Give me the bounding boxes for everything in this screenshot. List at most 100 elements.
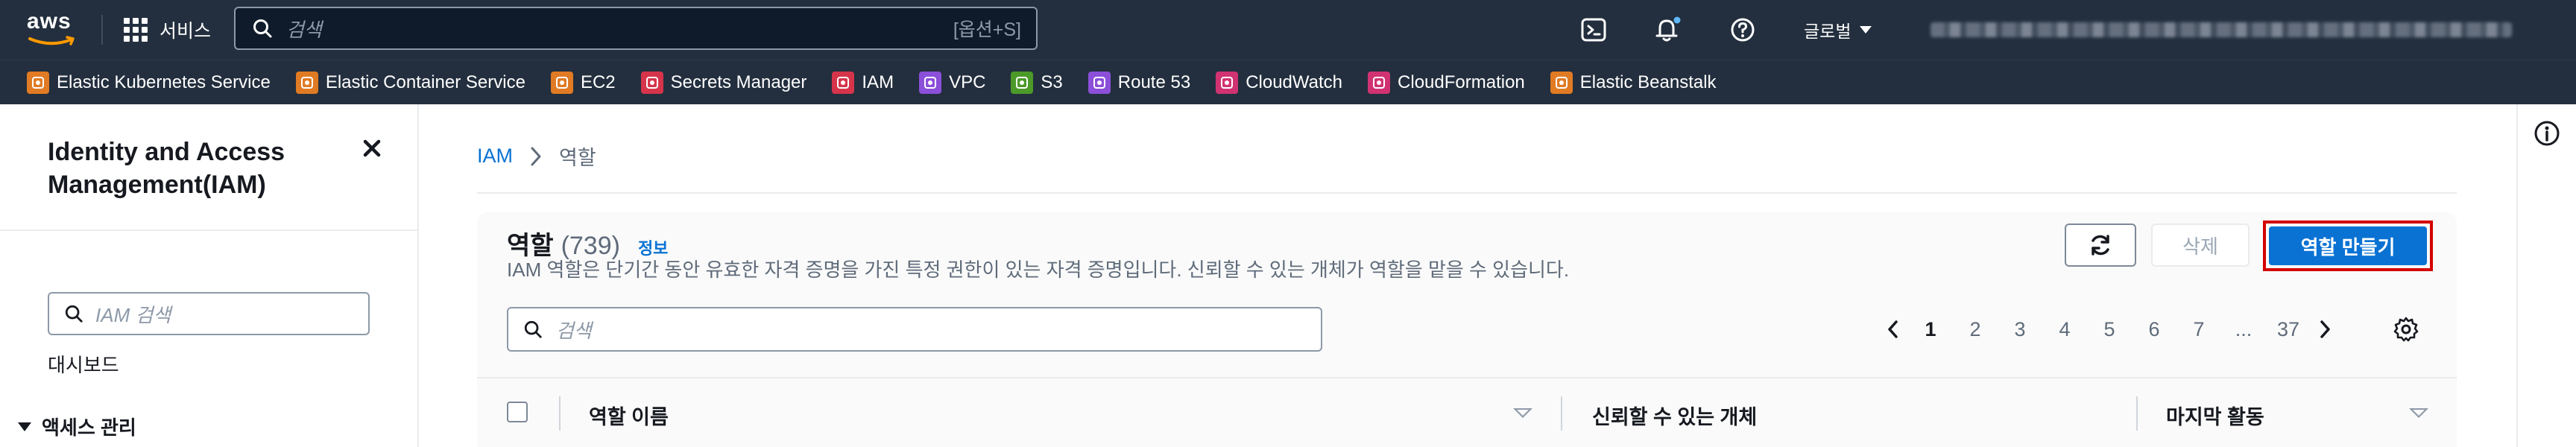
favorite-service-label: Route 53 <box>1117 72 1191 92</box>
caret-down-icon <box>18 422 31 431</box>
sidebar-item-dashboard[interactable]: 대시보드 <box>48 350 119 378</box>
favorite-service-link[interactable]: Secrets Manager <box>640 71 806 94</box>
region-selector[interactable]: 글로벌 <box>1804 15 1872 45</box>
favorite-service-link[interactable]: Elastic Kubernetes Service <box>27 71 271 94</box>
column-header-role-name[interactable]: 역할 이름 <box>589 401 669 430</box>
breadcrumb: IAM 역할 <box>477 142 596 171</box>
roles-filter-input[interactable]: 검색 <box>507 307 1322 352</box>
service-icon <box>919 71 942 94</box>
main-divider <box>477 192 2457 194</box>
column-header-last-activity[interactable]: 마지막 활동 <box>2166 401 2264 430</box>
service-icon <box>832 71 855 94</box>
info-icon[interactable] <box>2534 121 2560 146</box>
services-menu-button[interactable]: 서비스 <box>124 13 211 46</box>
next-page-button[interactable] <box>2311 319 2340 340</box>
chevron-right-icon <box>531 147 541 165</box>
account-menu-redacted[interactable] <box>1931 22 2512 37</box>
service-icon <box>1216 71 1239 94</box>
page-number[interactable]: 2 <box>1953 318 1998 341</box>
bell-icon <box>1655 16 1681 42</box>
pagination: 1 2 3 4 5 6 7... 37 <box>1878 307 2340 352</box>
refresh-button[interactable] <box>2065 224 2136 267</box>
global-search-input[interactable]: 검색 [옵션+S] <box>234 7 1038 50</box>
favorite-service-label: Elastic Kubernetes Service <box>57 72 271 92</box>
favorites-bar: Elastic Kubernetes Service Elastic Contai… <box>0 60 2576 104</box>
search-icon <box>524 320 542 338</box>
page-number[interactable]: 6 <box>2132 318 2176 341</box>
favorite-service-link[interactable]: CloudFormation <box>1368 71 1525 94</box>
favorite-service-label: Elastic Beanstalk <box>1579 72 1717 92</box>
page-number[interactable]: 3 <box>1998 318 2042 341</box>
cloudshell-icon <box>1581 18 1606 42</box>
chevron-left-icon <box>1888 320 1898 338</box>
column-separator <box>559 396 561 431</box>
page-number[interactable]: 4 <box>2042 318 2087 341</box>
aws-logo-text: aws <box>27 9 72 34</box>
favorite-service-link[interactable]: Elastic Beanstalk <box>1550 71 1717 94</box>
favorite-service-label: Elastic Container Service <box>325 72 525 92</box>
search-shortcut-hint: [옵션+S] <box>953 19 1021 40</box>
chevron-right-icon <box>2320 320 2330 338</box>
nav-separator <box>101 15 103 45</box>
sidebar-section-access-management[interactable]: 액세스 관리 <box>18 413 136 440</box>
favorite-service-label: CloudFormation <box>1398 72 1525 92</box>
cloudshell-button[interactable] <box>1579 15 1609 45</box>
column-separator <box>2136 396 2138 431</box>
service-icon <box>295 71 318 94</box>
side-navigation: Identity and Access Management(IAM) IAM … <box>0 104 419 447</box>
side-nav-title: Identity and Access Management(IAM) <box>48 138 285 199</box>
top-navigation-bar: aws 서비스 검색 [옵션+S] 글로벌 <box>0 0 2576 60</box>
favorite-service-link[interactable]: Route 53 <box>1087 71 1191 94</box>
service-icon <box>550 71 573 94</box>
page-number[interactable]: 5 <box>2087 318 2132 341</box>
create-role-button[interactable]: 역할 만들기 <box>2269 226 2427 265</box>
page-number[interactable]: 7 <box>2176 318 2221 341</box>
page-number[interactable]: 37 <box>2266 318 2311 341</box>
favorite-service-link[interactable]: IAM <box>832 71 894 94</box>
service-icon <box>640 71 663 94</box>
roles-table-container: 역할 (739) 정보 IAM 역할은 단기간 동안 유효한 자격 증명을 가진… <box>477 212 2457 447</box>
favorite-service-label: S3 <box>1041 72 1063 92</box>
select-all-checkbox[interactable] <box>507 402 528 422</box>
aws-smile-icon <box>28 36 75 45</box>
gear-icon[interactable] <box>2393 316 2419 343</box>
search-icon <box>253 19 272 38</box>
service-icon <box>1087 71 1111 94</box>
service-icon <box>1368 71 1391 94</box>
page-number[interactable]: 1 <box>1908 318 1953 341</box>
breadcrumb-iam-link[interactable]: IAM <box>477 145 513 168</box>
chevron-down-icon <box>1860 26 1872 34</box>
favorite-service-link[interactable]: S3 <box>1011 71 1063 94</box>
favorite-service-label: VPC <box>949 72 986 92</box>
sidebar-section-label: 액세스 관리 <box>42 416 136 439</box>
column-header-trusted-entities[interactable]: 신뢰할 수 있는 개체 <box>1592 401 1757 430</box>
sort-icon[interactable] <box>2409 408 2428 418</box>
table-header-row: 역할 이름 신뢰할 수 있는 개체 마지막 활동 <box>477 377 2457 447</box>
favorite-service-link[interactable]: CloudWatch <box>1216 71 1342 94</box>
services-label: 서비스 <box>160 21 212 42</box>
help-icon <box>1731 18 1755 42</box>
favorite-service-link[interactable]: EC2 <box>550 71 616 94</box>
iam-search-placeholder: IAM 검색 <box>95 303 171 326</box>
search-icon <box>65 305 83 323</box>
favorite-service-link[interactable]: VPC <box>919 71 986 94</box>
services-grid-icon <box>124 18 148 42</box>
side-nav-divider <box>0 229 417 231</box>
favorite-service-label: IAM <box>862 72 894 92</box>
help-panel-rail <box>2516 104 2576 447</box>
favorite-service-link[interactable]: Elastic Container Service <box>295 71 525 94</box>
service-icon <box>1011 71 1034 94</box>
filter-placeholder: 검색 <box>556 319 592 342</box>
iam-search-input[interactable]: IAM 검색 <box>48 292 370 335</box>
sort-icon[interactable] <box>1513 408 1532 418</box>
notifications-button[interactable] <box>1653 15 1683 45</box>
aws-logo[interactable]: aws <box>27 9 79 49</box>
page-number: ... <box>2235 317 2253 340</box>
delete-button[interactable]: 삭제 <box>2151 224 2250 267</box>
create-role-highlight: 역할 만들기 <box>2263 221 2433 271</box>
previous-page-button[interactable] <box>1878 319 1908 340</box>
favorite-service-label: EC2 <box>580 72 616 92</box>
help-button[interactable] <box>1728 15 1758 45</box>
close-icon[interactable] <box>361 137 383 159</box>
service-icon <box>27 71 49 94</box>
